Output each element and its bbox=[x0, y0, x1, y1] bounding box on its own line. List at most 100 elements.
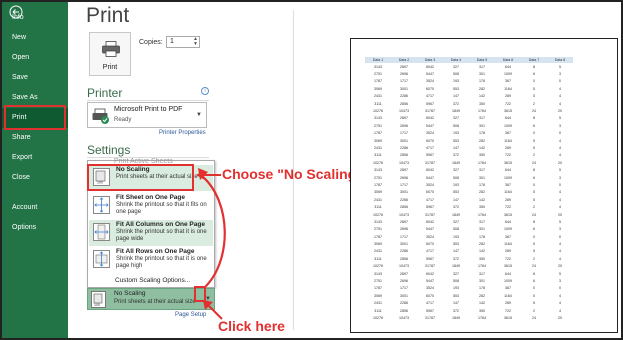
preview-cell: 327 bbox=[453, 116, 459, 121]
preview-cell: 10473 bbox=[399, 315, 409, 320]
preview-cell: 3001 bbox=[400, 138, 408, 143]
preview-row: 3069 3001 6070 553 282 1164 5 4 bbox=[365, 240, 573, 247]
preview-cell: 3 bbox=[559, 72, 561, 77]
preview-cell: 2856 bbox=[400, 205, 408, 210]
option-fit-columns[interactable]: Fit All Columns on One Page Shrink the p… bbox=[89, 220, 213, 246]
spin-arrows-icon[interactable]: ▲ ▼ bbox=[193, 37, 198, 47]
preview-row: 3069 3001 6070 553 282 1164 5 4 bbox=[365, 292, 573, 299]
window-frame: Info New Open Save Save As Print Share E… bbox=[0, 0, 623, 340]
printer-dropdown[interactable]: Microsoft Print to PDF Ready ▼ bbox=[87, 102, 207, 128]
preview-cell: 1717 bbox=[400, 286, 408, 291]
preview-cell: 5 bbox=[533, 138, 535, 143]
preview-cell: 289 bbox=[505, 301, 511, 306]
preview-cell: 289 bbox=[505, 145, 511, 150]
preview-cell: 2856 bbox=[400, 308, 408, 313]
preview-cell: 367 bbox=[505, 182, 511, 187]
preview-cell: 4 bbox=[559, 190, 561, 195]
sidebar-item-open[interactable]: Open bbox=[2, 48, 68, 68]
preview-cell: 5967 bbox=[426, 205, 434, 210]
preview-cell: 178 bbox=[479, 79, 485, 84]
printer-icon bbox=[102, 41, 120, 57]
preview-row: 3143 2897 6042 327 317 644 8 5 bbox=[365, 115, 573, 122]
sidebar-item-options[interactable]: Options bbox=[2, 218, 68, 238]
preview-cell: 31787 bbox=[425, 264, 435, 269]
printer-divider bbox=[87, 100, 209, 101]
preview-cell: 178 bbox=[479, 234, 485, 239]
preview-row: 3143 2897 6042 327 317 644 8 5 bbox=[365, 218, 573, 225]
preview-row: 3111 2856 5967 372 350 722 2 4 bbox=[365, 307, 573, 314]
preview-cell: 2286 bbox=[400, 94, 408, 99]
preview-cell: 193 bbox=[453, 79, 459, 84]
preview-cell: 350 bbox=[479, 256, 485, 261]
preview-cell: 2751 bbox=[374, 227, 382, 232]
annotation-arrow-icon bbox=[198, 168, 226, 289]
option-fit-rows[interactable]: Fit All Rows on One Page Shrink the prin… bbox=[89, 247, 213, 273]
preview-cell: 508 bbox=[453, 227, 459, 232]
preview-cell: 3001 bbox=[400, 242, 408, 247]
sidebar-item-export[interactable]: Export bbox=[2, 148, 68, 168]
preview-row: 1787 1717 3524 193 178 367 0 0 bbox=[365, 181, 573, 188]
preview-row: 3143 2897 6042 327 317 644 8 5 bbox=[365, 166, 573, 173]
preview-row: 10276 10473 31787 1849 1764 3615 24 20 bbox=[365, 159, 573, 166]
preview-cell: 0 bbox=[559, 182, 561, 187]
preview-row: 2751 2696 5447 508 301 1009 6 3 bbox=[365, 122, 573, 129]
preview-row: 2431 2286 4717 147 142 289 5 4 bbox=[365, 300, 573, 307]
preview-cell: 301 bbox=[479, 72, 485, 77]
sidebar-item-account[interactable]: Account bbox=[2, 198, 68, 218]
sidebar-item-info[interactable]: Info bbox=[2, 8, 68, 28]
preview-row: 3111 2856 5967 372 350 722 2 4 bbox=[365, 100, 573, 107]
preview-cell: 3143 bbox=[374, 168, 382, 173]
preview-cell: 3143 bbox=[374, 271, 382, 276]
preview-cell: 142 bbox=[479, 145, 485, 150]
option-title: Fit Sheet on One Page bbox=[116, 194, 185, 201]
preview-cell: 3111 bbox=[374, 256, 382, 261]
preview-cell: 1787 bbox=[374, 286, 382, 291]
preview-cell: 6 bbox=[533, 175, 535, 180]
preview-cell: 3615 bbox=[504, 315, 512, 320]
preview-cell: 2286 bbox=[400, 301, 408, 306]
preview-cell: 6 bbox=[533, 279, 535, 284]
preview-cell: 367 bbox=[505, 131, 511, 136]
preview-cell: 10276 bbox=[373, 264, 383, 269]
sidebar-item-close[interactable]: Close bbox=[2, 168, 68, 188]
sidebar-item-share[interactable]: Share bbox=[2, 128, 68, 148]
preview-cell: 2751 bbox=[374, 123, 382, 128]
preview-cell: 2696 bbox=[400, 227, 408, 232]
preview-cell: 3615 bbox=[504, 109, 512, 114]
preview-cell: 2286 bbox=[400, 249, 408, 254]
preview-cell: 1009 bbox=[504, 72, 512, 77]
preview-cell: 553 bbox=[453, 86, 459, 91]
preview-cell: 1764 bbox=[478, 160, 486, 165]
preview-cell: 3001 bbox=[400, 190, 408, 195]
preview-cell: 1164 bbox=[504, 242, 512, 247]
preview-cell: 10473 bbox=[399, 264, 409, 269]
preview-cell: 1009 bbox=[504, 175, 512, 180]
preview-cell: 4 bbox=[559, 94, 561, 99]
sidebar-item-save[interactable]: Save bbox=[2, 68, 68, 88]
option-fit-sheet[interactable]: Fit Sheet on One Page Shrink the printou… bbox=[89, 193, 213, 219]
printer-status: Ready bbox=[114, 117, 132, 123]
preview-row: 2751 2696 5447 508 301 1009 6 3 bbox=[365, 174, 573, 181]
preview-cell: 508 bbox=[453, 72, 459, 77]
print-button[interactable]: Print bbox=[89, 32, 131, 76]
preview-cell: 4 bbox=[559, 86, 561, 91]
preview-cell: 3111 bbox=[374, 205, 382, 210]
preview-cell: 1764 bbox=[478, 264, 486, 269]
preview-cell: 5447 bbox=[426, 227, 434, 232]
preview-cell: 193 bbox=[453, 131, 459, 136]
sidebar-item-new[interactable]: New bbox=[2, 28, 68, 48]
copies-stepper[interactable]: 1 ▲ ▼ bbox=[166, 36, 200, 48]
settings-section-title: Settings bbox=[87, 143, 131, 157]
custom-scaling-option[interactable]: Custom Scaling Options... bbox=[115, 277, 190, 284]
preview-cell: 2856 bbox=[400, 256, 408, 261]
preview-cell: 178 bbox=[479, 286, 485, 291]
preview-row: 10276 10473 31787 1849 1764 3615 24 20 bbox=[365, 314, 573, 321]
pdf-printer-icon bbox=[92, 108, 109, 124]
info-icon[interactable]: i bbox=[201, 87, 209, 95]
printer-properties-link[interactable]: Printer Properties bbox=[159, 130, 206, 136]
fit-sheet-icon bbox=[93, 196, 110, 214]
preview-cell: 367 bbox=[505, 234, 511, 239]
print-highlight-box bbox=[4, 105, 66, 130]
preview-cell: 722 bbox=[505, 205, 511, 210]
preview-cell: 4 bbox=[559, 197, 561, 202]
